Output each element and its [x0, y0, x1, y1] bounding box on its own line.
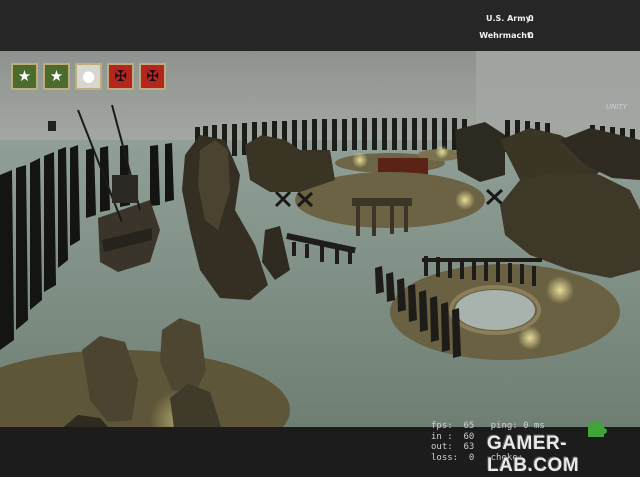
us-star-flag-icon: ★ — [43, 63, 70, 90]
world-sign-text: UNITY — [606, 103, 627, 111]
german-cross-flag-icon: ✠ — [107, 63, 134, 90]
netgraph-fps: fps: 65 — [431, 421, 475, 431]
allies-score-value: 0 — [528, 14, 534, 23]
watermark-text: GAMER-LAB.COM — [487, 433, 580, 476]
axis-score-value: 0 — [528, 31, 534, 40]
netgraph-ping: ping: 0 ms — [490, 421, 545, 431]
game-viewport[interactable]: U.S. Army: 0 Wehrmacht: 0 ★ ★ ● ✠ ✠ UNIT… — [0, 0, 640, 477]
water-pool — [455, 290, 535, 330]
hud-top-bar: U.S. Army: 0 Wehrmacht: 0 — [0, 0, 640, 51]
netgraph-loss: loss: 0 — [431, 452, 475, 463]
us-star-flag-icon: ★ — [11, 63, 38, 90]
german-cross-flag-icon: ✠ — [139, 63, 166, 90]
allies-score-label: U.S. Army: — [485, 14, 534, 23]
netgraph-in: in : 60 — [431, 431, 475, 442]
flag-status-bar: ★ ★ ● ✠ ✠ — [11, 63, 166, 90]
haze-panel — [476, 51, 640, 131]
axis-score-label: Wehrmacht: — [479, 31, 534, 40]
neutral-flag-icon: ● — [75, 63, 102, 90]
netgraph-out: out: 63 — [431, 442, 475, 452]
boat-flag — [48, 121, 56, 131]
